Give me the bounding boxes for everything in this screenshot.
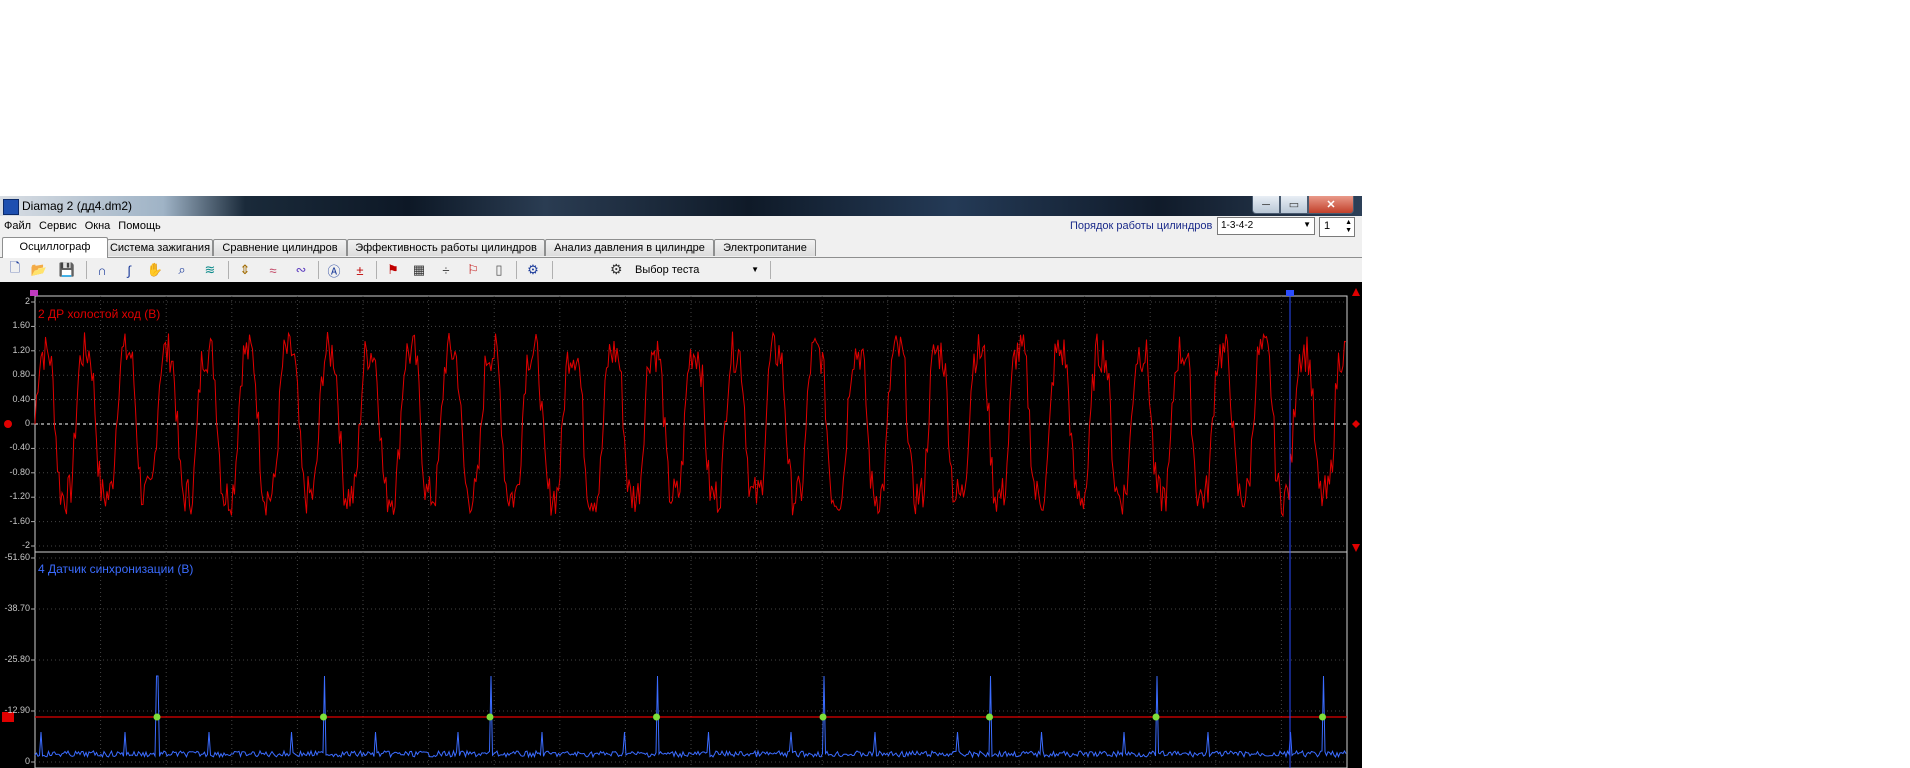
toolbar-separator	[770, 261, 771, 279]
y-tick-label: 1.60	[12, 320, 30, 331]
flag-icon[interactable]: ⚐	[464, 261, 482, 279]
y-tick-label: -51.60	[4, 552, 30, 562]
chevron-down-icon: ▼	[1303, 220, 1311, 229]
test-select-label: Выбор теста	[635, 264, 700, 276]
toolbar-separator	[318, 261, 319, 279]
y-tick-label: 0.40	[12, 393, 30, 404]
tab-cylinder-compare[interactable]: Сравнение цилиндров	[213, 239, 347, 256]
close-button[interactable]: ✕	[1308, 196, 1354, 214]
cylinder-order-select[interactable]: 1-3-4-2 ▼	[1217, 217, 1315, 235]
toolbar: 🗋 📂 💾 ∩ ∫ ✋ ⌕ ≋ ⇕ ≈ ∾ Ⓐ ± ⚑ ▦ ÷ ⚐ ▯ ⚙ ⚙ …	[0, 258, 1362, 283]
sync-marker	[1152, 713, 1160, 721]
toolbar-separator	[86, 261, 87, 279]
cylinder-spinner[interactable]: 1 ▲ ▼	[1319, 217, 1355, 237]
spin-down-icon[interactable]: ▼	[1345, 227, 1352, 234]
y-tick-label: -38.70	[4, 603, 30, 613]
scroll-down-icon	[1352, 544, 1360, 552]
gear-icon: ⚙	[610, 261, 623, 277]
sync-marker	[486, 713, 494, 721]
compare-icon[interactable]: ∾	[292, 261, 310, 279]
table-icon[interactable]: ▦	[410, 261, 428, 279]
note-icon[interactable]: ▯	[490, 261, 508, 279]
channel-2-label: 2 ДР холостой ход (В)	[38, 307, 161, 321]
menu-file[interactable]: Файл	[4, 220, 35, 232]
cylinder-order-value: 1-3-4-2	[1221, 220, 1254, 231]
tab-ignition[interactable]: Система зажигания	[107, 239, 213, 256]
y-tick-label: -1.20	[9, 491, 30, 502]
toolbar-separator	[552, 261, 553, 279]
toolbar-separator	[516, 261, 517, 279]
toolbar-separator	[376, 261, 377, 279]
hand-icon[interactable]: ✋	[146, 261, 164, 279]
channel-4-label: 4 Датчик синхронизации (В)	[38, 562, 194, 576]
window-title: Diamag 2 (дд4.dm2)	[22, 199, 133, 213]
save-icon[interactable]: 💾	[58, 261, 76, 279]
scroll-up-icon	[1352, 288, 1360, 296]
y-tick-label: 1.20	[12, 344, 30, 355]
y-tick-label: -12.90	[4, 705, 30, 715]
oscilloscope-area[interactable]: 2 ДР холостой ход (В) 4 Датчик синхрониз…	[0, 282, 1362, 768]
maximize-button[interactable]: ▭	[1280, 196, 1308, 214]
test-select-dropdown[interactable]: ⚙ Выбор теста ▼	[607, 260, 767, 280]
title-bar[interactable]: Diamag 2 (дд4.dm2) ─ ▭ ✕	[0, 196, 1362, 216]
y-tick-label: -0.80	[9, 466, 30, 477]
tab-bar: Осциллограф Система зажигания Сравнение …	[0, 237, 1362, 258]
y-tick-label: -25.80	[4, 654, 30, 664]
tab-pressure-analysis[interactable]: Анализ давления в цилиндре	[545, 239, 714, 256]
auto-gain-icon[interactable]: Ⓐ	[325, 261, 343, 279]
new-file-icon[interactable]: 🗋	[6, 260, 24, 279]
left-marker	[30, 290, 38, 296]
app-icon	[3, 199, 19, 215]
minimize-button[interactable]: ─	[1252, 196, 1280, 214]
y-tick-label: -0.40	[9, 442, 30, 453]
tab-power-supply[interactable]: Электропитание	[714, 239, 816, 256]
curve-icon[interactable]: ∩	[93, 261, 111, 279]
y-tick-label: 0	[24, 418, 30, 428]
layers-icon[interactable]: ≋	[201, 261, 219, 279]
oscilloscope-canvas[interactable]	[0, 282, 1362, 768]
y-tick-label: -1.60	[9, 515, 30, 526]
diamag-window: Diamag 2 (дд4.dm2) ─ ▭ ✕ Файл Сервис Окн…	[0, 196, 1362, 768]
cylinder-order-label: Порядок работы цилиндров	[1070, 220, 1213, 232]
menu-windows[interactable]: Окна	[85, 220, 115, 232]
y-tick-label: -2	[21, 540, 30, 550]
sync-marker	[653, 713, 660, 721]
menu-service[interactable]: Сервис	[39, 220, 81, 232]
filter-icon[interactable]: ⚑	[384, 261, 402, 279]
tab-oscilloscope[interactable]: Осциллограф	[2, 237, 108, 258]
sync-marker	[153, 713, 161, 721]
toolbar-separator	[228, 261, 229, 279]
right-marker	[1286, 290, 1294, 296]
open-folder-icon[interactable]: 📂	[30, 261, 48, 279]
y-tick-label: 0.80	[12, 369, 30, 380]
zoom-icon[interactable]: ⌕	[173, 261, 191, 279]
sync-marker	[1319, 713, 1326, 721]
scale-icon[interactable]: ⇕	[236, 261, 254, 279]
menu-help[interactable]: Помощь	[118, 220, 165, 232]
zero-icon[interactable]: ±	[351, 261, 369, 279]
auto-settings-icon[interactable]: ⚙	[524, 261, 542, 279]
y-tick-label: 0	[24, 756, 30, 766]
offset-right-icon	[1352, 420, 1360, 428]
y-tick-label: 2	[24, 296, 30, 306]
measure-icon[interactable]: ∫	[120, 261, 138, 279]
sync-marker	[986, 713, 993, 721]
cylinder-spinner-value: 1	[1324, 220, 1331, 232]
chevron-down-icon: ▼	[751, 265, 759, 274]
waves-icon[interactable]: ≈	[264, 261, 282, 279]
sync-marker	[819, 713, 827, 721]
sync-marker	[320, 713, 327, 721]
separator-icon[interactable]: ÷	[437, 261, 455, 279]
window-controls: ─ ▭ ✕	[1252, 196, 1354, 214]
tab-cylinder-efficiency[interactable]: Эффективность работы цилиндров	[347, 239, 545, 256]
spin-up-icon[interactable]: ▲	[1345, 219, 1352, 226]
